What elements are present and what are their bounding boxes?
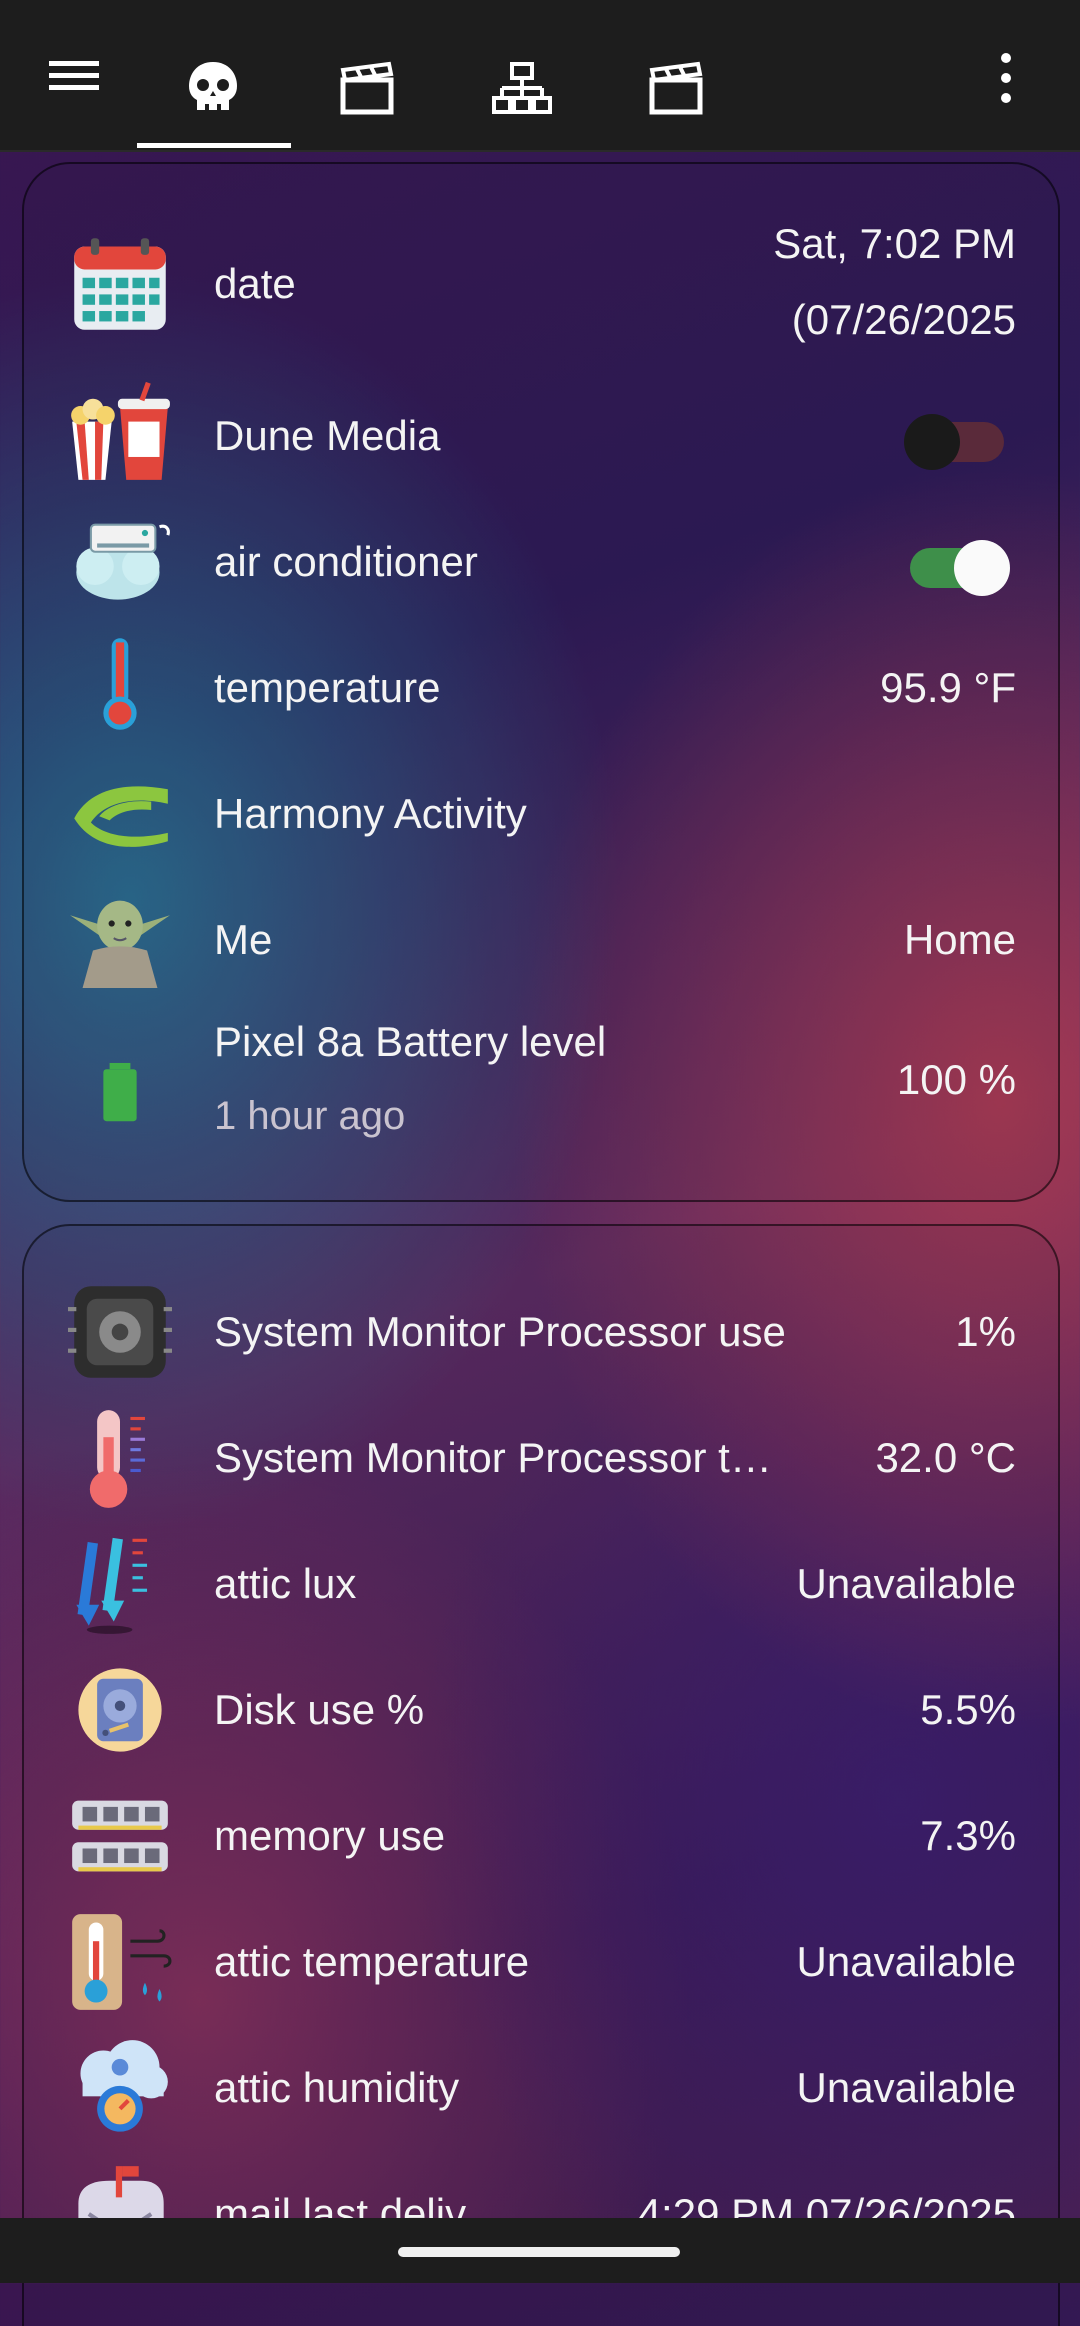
home-gesture-handle[interactable]: [398, 2247, 680, 2257]
entity-value: Unavailable: [796, 1560, 1016, 1607]
entity-name: System Monitor Processor t…: [214, 1434, 772, 1481]
entity-name: attic lux: [214, 1560, 357, 1607]
air-conditioner-icon: [76, 523, 170, 600]
entity-row-processor-temp[interactable]: System Monitor Processor t… 32.0 °C: [24, 1406, 1058, 1516]
hard-disk-icon: [78, 1668, 162, 1752]
entities-card-system: System Monitor Processor use 1% System M…: [22, 1224, 1060, 2326]
nvidia-logo-icon: [74, 786, 168, 847]
entity-name: air conditioner: [214, 538, 478, 585]
entity-row-memory-use[interactable]: memory use 7.3%: [24, 1784, 1058, 1894]
yoda-avatar-icon: [70, 900, 170, 988]
entity-last-changed: 1 hour ago: [214, 1094, 406, 1138]
popcorn-drink-icon: [71, 381, 170, 480]
entity-value: Home: [903, 916, 1016, 963]
entity-value: 32.0 °C: [875, 1434, 1016, 1481]
entity-row-date[interactable]: date Sat, 7:02 PM (07/26/2025: [24, 220, 1058, 344]
network-icon[interactable]: [492, 60, 552, 120]
entity-value: Unavailable: [796, 1938, 1016, 1985]
entity-name: temperature: [214, 664, 441, 711]
humidity-cloud-icon: [80, 2040, 168, 2132]
thermometer-icon: [103, 638, 137, 730]
entity-name: attic humidity: [214, 2064, 460, 2111]
entity-row-air-conditioner[interactable]: air conditioner: [24, 506, 1058, 626]
entity-row-disk-use[interactable]: Disk use % 5.5%: [24, 1658, 1058, 1768]
entity-name: Me: [214, 916, 273, 963]
battery-full-icon: [103, 1062, 137, 1122]
entity-row-attic-humidity[interactable]: attic humidity Unavailable: [24, 2036, 1058, 2146]
entity-row-battery[interactable]: Pixel 8a Battery level 1 hour ago 100 %: [24, 1010, 1058, 1170]
calendar-icon: [74, 238, 166, 330]
entity-value: 5.5%: [920, 1686, 1016, 1733]
entity-name: memory use: [214, 1812, 446, 1859]
dune-media-toggle[interactable]: [904, 414, 1004, 470]
entity-name: date: [214, 260, 296, 307]
entity-row-harmony-activity[interactable]: Harmony Activity: [24, 758, 1058, 878]
entity-row-processor-use[interactable]: System Monitor Processor use 1%: [24, 1280, 1058, 1390]
entities-card-home: date Sat, 7:02 PM (07/26/2025 Dune Media: [22, 162, 1060, 1202]
entity-value: 100 %: [896, 1056, 1016, 1103]
entity-value: Unavailable: [796, 2064, 1016, 2111]
entity-name: System Monitor Processor use: [214, 1308, 786, 1355]
entity-row-temperature[interactable]: temperature 95.9 °F: [24, 632, 1058, 752]
weather-thermometer-icon: [72, 1914, 172, 2010]
menu-icon[interactable]: [44, 45, 104, 105]
skull-icon[interactable]: [183, 58, 243, 118]
air-conditioner-toggle[interactable]: [910, 540, 1010, 596]
clapperboard-icon[interactable]: [646, 60, 706, 120]
entity-name: Pixel 8a Battery level: [214, 1018, 607, 1065]
more-vert-icon[interactable]: [976, 50, 1036, 110]
lux-meter-icon: [76, 1537, 148, 1634]
entity-value: 95.9 °F: [880, 664, 1016, 711]
thermometer-icon: [89, 1410, 145, 1508]
selected-tab-indicator: [137, 143, 291, 148]
top-app-bar: [0, 0, 1080, 152]
entity-value: 1%: [955, 1308, 1016, 1355]
clapperboard-icon[interactable]: [337, 60, 397, 120]
entity-value: 7.3%: [920, 1812, 1016, 1859]
entity-row-attic-temperature[interactable]: attic temperature Unavailable: [24, 1910, 1058, 2020]
entity-value: Sat, 7:02 PM: [773, 220, 1016, 267]
memory-ram-icon: [72, 1800, 168, 1872]
entity-value-line2: (07/26/2025: [791, 296, 1016, 343]
entity-name: Dune Media: [214, 412, 441, 459]
cpu-icon: [68, 1286, 172, 1378]
entity-row-attic-lux[interactable]: attic lux Unavailable: [24, 1532, 1058, 1642]
entity-row-dune-media[interactable]: Dune Media: [24, 380, 1058, 500]
entity-name: attic temperature: [214, 1938, 530, 1985]
entity-name: Harmony Activity: [214, 790, 527, 837]
entity-name: Disk use %: [214, 1686, 425, 1733]
entity-row-me[interactable]: Me Home: [24, 884, 1058, 1004]
